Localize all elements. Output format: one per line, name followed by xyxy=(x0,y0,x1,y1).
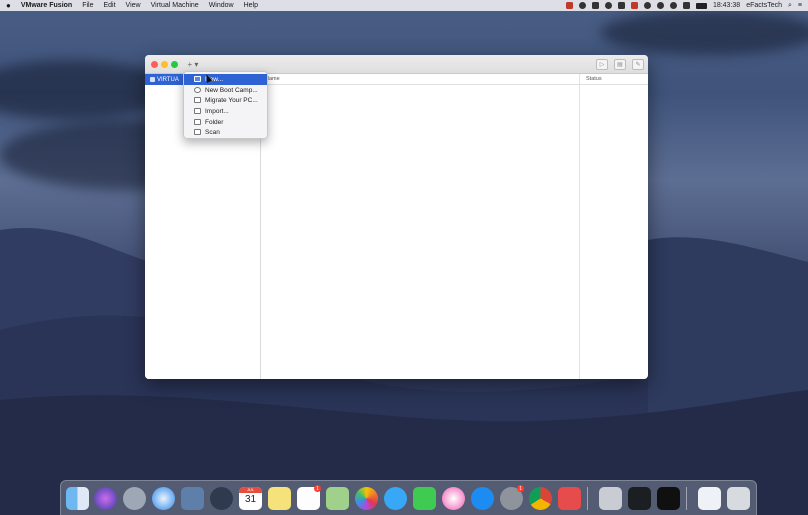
dock-separator xyxy=(686,487,687,510)
app-store-icon[interactable] xyxy=(471,487,494,510)
menu-view[interactable]: View xyxy=(126,2,141,9)
launchpad-icon[interactable] xyxy=(123,487,146,510)
menu-item-import[interactable]: Import... xyxy=(184,106,267,117)
menu-item-label: Migrate Your PC... xyxy=(205,97,258,105)
folder-icon xyxy=(194,118,201,125)
spotlight-icon[interactable]: ⌕ xyxy=(788,2,792,10)
chrome-icon[interactable] xyxy=(529,487,552,510)
reminders-badge: 1 xyxy=(314,485,321,492)
photos-icon[interactable] xyxy=(355,487,378,510)
menu-clock[interactable]: 18:43:38 xyxy=(713,2,740,9)
timemachine-icon[interactable] xyxy=(643,2,651,9)
bluetooth-icon[interactable] xyxy=(656,2,664,9)
column-status-header[interactable]: Status xyxy=(583,76,602,82)
calendar-icon[interactable]: JUL 31 xyxy=(239,487,262,510)
menu-item-migrate-pc[interactable]: Migrate Your PC... xyxy=(184,95,267,106)
menu-help[interactable]: Help xyxy=(244,2,258,9)
notification-center-icon[interactable]: ≡ xyxy=(798,2,802,9)
disk-utility-icon[interactable] xyxy=(599,487,622,510)
quicktime-icon[interactable] xyxy=(210,487,233,510)
downloads-stack-icon[interactable] xyxy=(698,487,721,510)
record-icon[interactable] xyxy=(578,2,586,9)
system-preferences-icon[interactable]: 1 xyxy=(500,485,524,510)
calendar-month: JUL xyxy=(239,487,262,493)
battery-icon[interactable] xyxy=(695,2,707,9)
add-vm-menu: New... New Boot Camp... Migrate Your PC.… xyxy=(183,71,268,139)
sync-icon[interactable] xyxy=(604,2,612,9)
close-window-button[interactable] xyxy=(151,61,158,68)
menu-window[interactable]: Window xyxy=(209,2,234,9)
notes-icon[interactable] xyxy=(268,487,291,510)
minimize-window-button[interactable] xyxy=(161,61,168,68)
dock-separator xyxy=(587,487,588,510)
menu-app-name[interactable]: VMware Fusion xyxy=(21,2,72,9)
menu-item-label: Folder xyxy=(205,118,224,126)
add-vm-dropdown-button[interactable]: + ▾ xyxy=(185,59,201,70)
preview-icon[interactable] xyxy=(181,487,204,510)
cloud-icon[interactable] xyxy=(630,2,638,9)
bootcamp-icon xyxy=(194,86,201,93)
menu-bar-status-area: 18:43:38 eFactsTech ⌕ ≡ xyxy=(565,0,802,11)
messages-icon[interactable] xyxy=(384,487,407,510)
menu-item-folder[interactable]: Folder xyxy=(184,117,267,128)
import-icon xyxy=(194,108,201,115)
siri-icon[interactable] xyxy=(94,487,117,510)
dock: JUL 31 1 1 xyxy=(60,480,757,515)
snapshot-icon[interactable]: ▤ xyxy=(614,59,626,70)
scan-icon xyxy=(194,129,201,136)
menu-item-scan[interactable]: Scan xyxy=(184,127,267,138)
activity-monitor-icon[interactable] xyxy=(628,487,651,510)
sidebar-item-label: VIRTUA xyxy=(157,76,179,83)
terminal-icon[interactable] xyxy=(657,487,680,510)
trash-icon[interactable] xyxy=(727,487,750,510)
menu-virtual-machine[interactable]: Virtual Machine xyxy=(151,2,199,9)
menu-item-label: Scan xyxy=(205,129,220,137)
itunes-icon[interactable] xyxy=(442,487,465,510)
vmware-fusion-icon[interactable] xyxy=(558,487,581,510)
facetime-icon[interactable] xyxy=(413,487,436,510)
zoom-window-button[interactable] xyxy=(171,61,178,68)
dropbox-icon[interactable] xyxy=(591,2,599,9)
apple-icon[interactable]: ● xyxy=(6,1,11,10)
menu-item-new[interactable]: New... xyxy=(184,74,267,85)
settings-icon[interactable]: ✎ xyxy=(632,59,644,70)
vm-list-header: Name Status xyxy=(261,74,648,85)
vm-library-icon xyxy=(150,77,155,82)
maps-icon[interactable] xyxy=(326,487,349,510)
vmware-status-icon[interactable] xyxy=(565,2,573,9)
shield-icon[interactable] xyxy=(617,2,625,9)
play-icon[interactable]: ▷ xyxy=(596,59,608,70)
calendar-day: 31 xyxy=(244,494,257,505)
new-vm-icon xyxy=(194,76,201,82)
menu-file[interactable]: File xyxy=(82,2,93,9)
wifi-icon[interactable] xyxy=(669,2,677,9)
menu-item-label: Import... xyxy=(205,107,229,115)
menu-edit[interactable]: Edit xyxy=(103,2,115,9)
finder-icon[interactable] xyxy=(66,487,89,510)
menu-bar: ● VMware Fusion File Edit View Virtual M… xyxy=(0,0,808,11)
menu-item-label: New Boot Camp... xyxy=(205,86,258,94)
volume-icon[interactable] xyxy=(682,2,690,9)
safari-icon[interactable] xyxy=(152,487,175,510)
menu-user[interactable]: eFactsTech xyxy=(746,2,782,9)
system-preferences-badge: 1 xyxy=(517,485,524,492)
menu-item-new-boot-camp[interactable]: New Boot Camp... xyxy=(184,85,267,96)
migrate-icon xyxy=(194,97,201,104)
reminders-icon[interactable]: 1 xyxy=(297,485,321,510)
column-divider xyxy=(579,74,580,379)
